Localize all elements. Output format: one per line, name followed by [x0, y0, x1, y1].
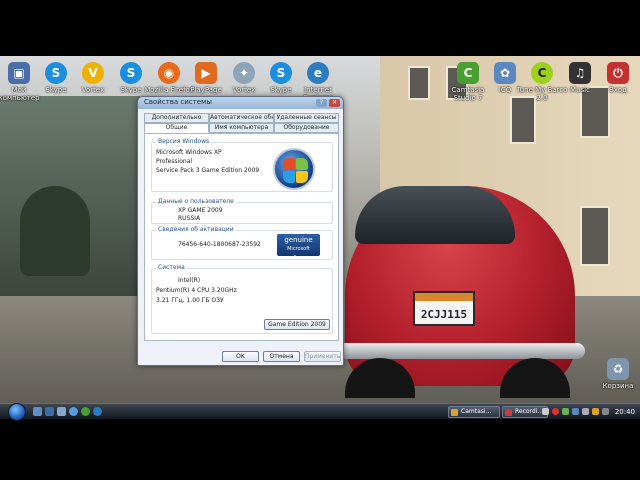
- tray-icon[interactable]: [592, 408, 599, 415]
- tab-content-general: Версия Windows Microsoft Windows XP Prof…: [144, 133, 339, 341]
- cancel-button[interactable]: Отмена: [263, 351, 300, 362]
- house-window: [580, 206, 610, 266]
- tray-icon[interactable]: [542, 408, 549, 415]
- close-icon[interactable]: ✕: [329, 99, 340, 107]
- start-button[interactable]: [8, 403, 26, 421]
- system-properties-dialog: Свойства системы ? ✕ Дополнительно Автом…: [137, 96, 344, 366]
- os-service-pack: Service Pack 3 Game Edition 2009: [156, 167, 260, 174]
- user-org: RUSSIA: [178, 215, 201, 222]
- power-icon: ⏻: [607, 62, 629, 84]
- speaker-icon[interactable]: [582, 408, 589, 415]
- desktop-icon-logout[interactable]: ⏻ Вход: [590, 62, 640, 94]
- computer-info-group: Система Intel(R) Pentium(R) 4 CPU 3.20GH…: [151, 264, 333, 334]
- car-windshield: [355, 186, 515, 244]
- house-window: [408, 66, 430, 100]
- ok-button[interactable]: OK: [222, 351, 259, 362]
- network-icon[interactable]: [602, 408, 609, 415]
- tab-row-back: Дополнительно Автоматическое обновление …: [144, 113, 339, 123]
- ie-icon: e: [307, 62, 329, 84]
- cpu-model: Pentium(R) 4 CPU 3.20GHz: [156, 287, 237, 294]
- os-name: Microsoft Windows XP: [156, 149, 222, 156]
- genuine-microsoft-badge: genuine Microsoft software: [277, 234, 320, 261]
- playpage-icon: ▶: [195, 62, 217, 84]
- registered-user-group: Данные о пользователе XP GAME 2009 RUSSI…: [151, 198, 333, 224]
- tray-icon[interactable]: [552, 408, 559, 415]
- firefox-icon: ◉: [158, 62, 180, 84]
- tab-auto-update[interactable]: Автоматическое обновление: [209, 113, 274, 123]
- camtasia-icon: C: [457, 62, 479, 84]
- vortex-icon: ✦: [233, 62, 255, 84]
- edition-info-button[interactable]: Game Edition 2009: [264, 319, 330, 330]
- recycle-bin-icon: ♻: [607, 358, 629, 380]
- apply-button[interactable]: Применить: [304, 351, 341, 362]
- record-icon: [505, 409, 512, 416]
- tab-computer-name[interactable]: Имя компьютера: [209, 123, 274, 133]
- dialog-titlebar[interactable]: Свойства системы ? ✕: [138, 97, 343, 109]
- tune-icon: C: [531, 62, 553, 84]
- tray-icon[interactable]: [572, 408, 579, 415]
- product-id: 76456-640-1800687-23592: [178, 241, 261, 248]
- camtasia-icon: [451, 409, 458, 416]
- system-tray: 20:40: [528, 405, 640, 419]
- help-icon[interactable]: ?: [316, 99, 327, 107]
- music-icon: ♫: [569, 62, 591, 84]
- windows-logo: [273, 148, 315, 190]
- dialog-panel: Дополнительно Автоматическое обновление …: [144, 111, 339, 341]
- cpu-vendor: Intel(R): [178, 277, 201, 284]
- quicklaunch-icon[interactable]: [93, 407, 102, 416]
- computer-icon: ▣: [8, 62, 30, 84]
- dialog-title: Свойства системы: [144, 98, 212, 106]
- screen: 2CJJ115 ▣ Мой компьютер S Skype V Vortex…: [0, 0, 640, 480]
- tab-general[interactable]: Общие: [144, 123, 209, 133]
- tab-advanced[interactable]: Дополнительно: [144, 113, 209, 123]
- skype-icon: S: [45, 62, 67, 84]
- icq-icon: ✿: [494, 62, 516, 84]
- taskbar-item-camtasia[interactable]: Camtasi...: [448, 406, 500, 418]
- wallpaper-tree: [20, 186, 90, 276]
- clock[interactable]: 20:40: [615, 407, 635, 417]
- tab-row-front: Общие Имя компьютера Оборудование: [144, 123, 339, 133]
- car-bumper: [330, 343, 585, 359]
- quicklaunch-icon[interactable]: [81, 407, 90, 416]
- tab-remote[interactable]: Удаленные сеансы: [274, 113, 339, 123]
- skype-icon: S: [120, 62, 142, 84]
- tab-hardware[interactable]: Оборудование: [274, 123, 339, 133]
- desktop-icon-recycle-bin[interactable]: ♻ Корзина: [590, 358, 640, 390]
- vortex-icon: V: [82, 62, 104, 84]
- quicklaunch-icon[interactable]: [57, 407, 66, 416]
- house-window: [510, 96, 536, 144]
- quicklaunch-icon[interactable]: [33, 407, 42, 416]
- tray-icon[interactable]: [562, 408, 569, 415]
- quicklaunch-icon[interactable]: [45, 407, 54, 416]
- skype-icon: S: [270, 62, 292, 84]
- user-name: XP GAME 2009: [178, 207, 223, 214]
- quicklaunch-icon[interactable]: [69, 407, 78, 416]
- cpu-speed-ram: 3.21 ГГц, 1.00 ГБ ОЗУ: [156, 297, 224, 304]
- taskbar: Camtasi... Recordi... 20:40: [0, 403, 640, 421]
- os-edition: Professional: [156, 158, 193, 165]
- license-plate: 2CJJ115: [413, 291, 475, 326]
